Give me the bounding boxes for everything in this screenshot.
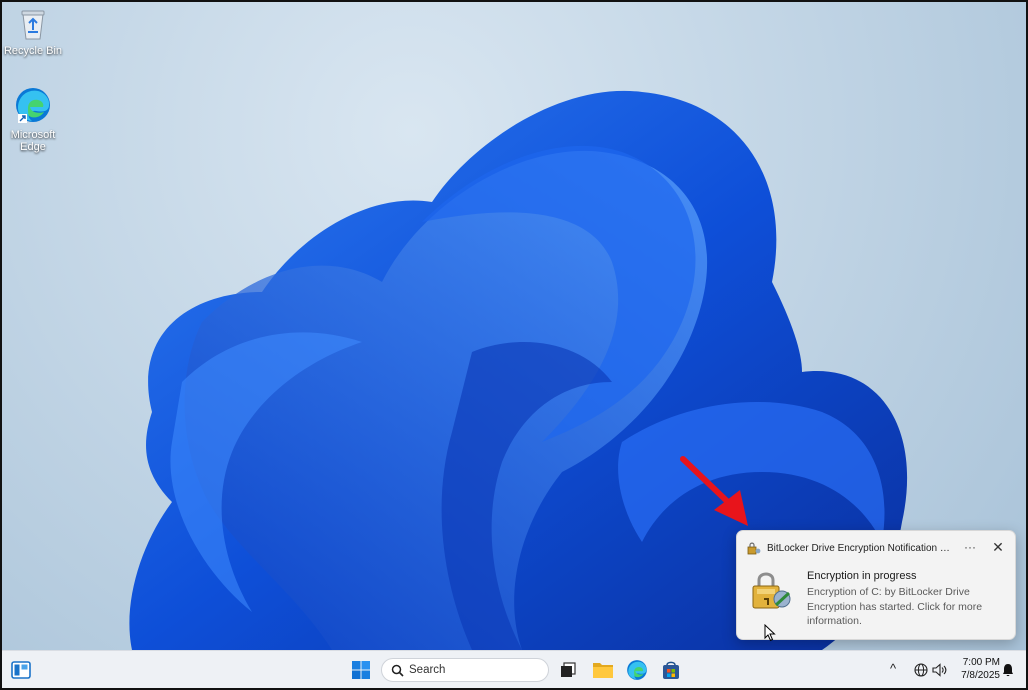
volume-icon[interactable] xyxy=(932,663,947,677)
notification-bell-icon[interactable] xyxy=(1002,663,1014,677)
toast-body: Encryption of C: by BitLocker Drive Encr… xyxy=(807,586,983,627)
toast-title: Encryption in progress xyxy=(807,570,917,582)
microsoft-store-button[interactable] xyxy=(658,657,684,683)
toast-header: BitLocker Drive Encryption Notification … xyxy=(747,539,1009,557)
recycle-bin-label: Recycle Bin xyxy=(3,45,63,57)
recycle-bin-icon xyxy=(21,10,45,40)
taskbar-search-box[interactable]: Search xyxy=(381,658,549,682)
screen-frame: Recycle Bin Microsoft Edge BitLocker Dri… xyxy=(0,0,1028,690)
clock-date: 7/8/2025 xyxy=(961,670,1000,681)
microsoft-edge-icon xyxy=(627,660,647,680)
microsoft-edge-icon xyxy=(16,88,50,123)
microsoft-edge-label: Microsoft Edge xyxy=(10,129,56,153)
clock-time: 7:00 PM xyxy=(962,657,1000,668)
bitlocker-notification-toast[interactable]: BitLocker Drive Encryption Notification … xyxy=(736,530,1016,640)
bitlocker-padlock-icon xyxy=(752,572,791,609)
desktop-icon-microsoft-edge[interactable]: Microsoft Edge xyxy=(3,86,63,153)
edge-taskbar-button[interactable] xyxy=(624,657,650,683)
taskbar-clock[interactable]: 7:00 PM 7/8/2025 xyxy=(950,656,1000,682)
bitlocker-small-icon xyxy=(747,542,761,555)
folder-icon xyxy=(593,663,613,678)
taskbar: Search ^ 7:00 PM 7/8/2025 xyxy=(2,650,1026,688)
mouse-pointer-icon xyxy=(764,624,776,642)
store-bag-icon xyxy=(663,661,679,679)
widgets-button[interactable] xyxy=(8,657,34,683)
show-hidden-icons-button[interactable]: ^ xyxy=(890,661,896,676)
file-explorer-button[interactable] xyxy=(590,657,616,683)
desktop-icon-recycle-bin[interactable]: Recycle Bin xyxy=(3,8,63,57)
task-view-icon xyxy=(561,662,576,677)
red-arrow-annotation-icon xyxy=(680,456,748,526)
widgets-icon xyxy=(11,661,31,679)
network-globe-icon[interactable] xyxy=(914,663,928,677)
search-placeholder: Search xyxy=(409,664,446,676)
toast-app-name: BitLocker Drive Encryption Notification … xyxy=(767,543,955,554)
toast-close-button[interactable]: ✕ xyxy=(989,539,1007,556)
toast-more-button[interactable]: ··· xyxy=(961,540,979,554)
windows-logo-icon xyxy=(352,661,370,679)
start-button[interactable] xyxy=(348,657,374,683)
search-icon xyxy=(391,664,404,677)
task-view-button[interactable] xyxy=(555,657,581,683)
